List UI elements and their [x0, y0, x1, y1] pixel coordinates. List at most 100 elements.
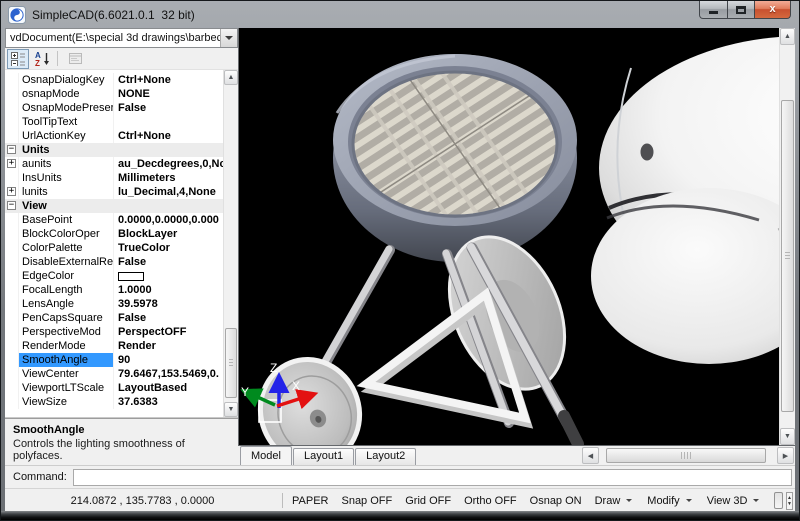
property-value[interactable]: BlockLayer [114, 227, 223, 241]
property-row-osnapMode[interactable]: osnapModeNONE [5, 87, 223, 101]
status-toggle-grid-off[interactable]: Grid OFF [405, 495, 451, 507]
property-value[interactable]: Render [114, 339, 223, 353]
property-value[interactable]: False [114, 101, 223, 115]
property-row-PenCapsSquare[interactable]: PenCapsSquare False [5, 311, 223, 325]
property-row-ViewSize[interactable]: ViewSize37.6383 [5, 395, 223, 409]
property-value-text: NONE [118, 87, 150, 101]
property-row-OsnapModePreserve[interactable]: OsnapModePreserveFalse [5, 101, 223, 115]
tab-layout2[interactable]: Layout2 [355, 448, 416, 465]
property-value-text: False [118, 311, 146, 325]
property-row-RenderMode[interactable]: RenderModeRender [5, 339, 223, 353]
collapse-icon[interactable]: − [7, 145, 16, 154]
property-row-aunits[interactable]: +aunitsau_Decdegrees,0,No [5, 157, 223, 171]
property-value[interactable]: Ctrl+None [114, 73, 223, 87]
app-icon[interactable] [8, 6, 26, 24]
property-value[interactable]: False [114, 311, 223, 325]
property-row-BlockColorOper[interactable]: BlockColorOperBlockLayer [5, 227, 223, 241]
scroll-down-icon[interactable]: ▼ [224, 402, 238, 417]
expand-icon[interactable]: + [7, 187, 16, 196]
property-value[interactable]: Ctrl+None [114, 129, 223, 143]
property-value[interactable]: PerspectOFF [114, 325, 223, 339]
scrollbar-track[interactable] [599, 447, 777, 464]
categorized-button[interactable] [7, 49, 29, 69]
property-name: PerspectiveMod [19, 325, 114, 339]
property-value[interactable]: lu_Decimal,4,None [114, 185, 223, 199]
close-button[interactable]: x [754, 1, 791, 19]
property-value[interactable] [114, 269, 223, 283]
scrollbar-thumb[interactable] [225, 328, 237, 398]
property-value[interactable]: TrueColor [114, 241, 223, 255]
status-toggle-snap-off[interactable]: Snap OFF [341, 495, 392, 507]
scroll-down-icon[interactable]: ▼ [780, 428, 795, 445]
property-value[interactable]: 90 [114, 353, 223, 367]
tab-model[interactable]: Model [240, 446, 292, 465]
property-value[interactable]: 39.5978 [114, 297, 223, 311]
property-row-ViewCenter[interactable]: ViewCenter79.6467,153.5469,0. [5, 367, 223, 381]
scroll-up-icon[interactable]: ▲ [224, 70, 238, 85]
scroll-up-icon[interactable]: ▲ [780, 28, 795, 45]
property-value[interactable]: 1.0000 [114, 283, 223, 297]
property-row-LensAngle[interactable]: LensAngle39.5978 [5, 297, 223, 311]
property-value[interactable]: LayoutBased [114, 381, 223, 395]
property-value[interactable]: 0.0000,0.0000,0.000 [114, 213, 223, 227]
property-row-InsUnits[interactable]: InsUnitsMillimeters [5, 171, 223, 185]
property-value[interactable]: 37.6383 [114, 395, 223, 409]
collapse-icon[interactable]: − [7, 201, 16, 210]
expand-icon[interactable]: + [7, 159, 16, 168]
status-toggle-paper[interactable]: PAPER [292, 495, 328, 507]
property-value[interactable]: Millimeters [114, 171, 223, 185]
property-row-SmoothAngle[interactable]: SmoothAngle90 [5, 353, 223, 367]
spin-down-icon[interactable]: ▼ [787, 501, 792, 507]
property-row-ColorPalette[interactable]: ColorPaletteTrueColor [5, 241, 223, 255]
property-row-Units[interactable]: −Units [5, 143, 223, 157]
viewport-canvas[interactable]: Z X Y [238, 28, 779, 445]
toolbar-separator [57, 51, 58, 66]
property-name: PenCapsSquare [19, 311, 114, 325]
property-row-View[interactable]: −View [5, 199, 223, 213]
title-bar[interactable]: SimpleCAD(6.6021.0.1 32 bit) x [1, 1, 799, 28]
alphabetical-sort-button[interactable]: A Z [31, 49, 53, 69]
property-row-lunits[interactable]: +lunitslu_Decimal,4,None [5, 185, 223, 199]
scrollbar-thumb[interactable] [781, 100, 794, 412]
viewport-horizontal-scrollbar[interactable]: ◀ ▶ [582, 447, 794, 464]
status-toggle-ortho-off[interactable]: Ortho OFF [464, 495, 517, 507]
property-row-OsnapDialogKey[interactable]: OsnapDialogKeyCtrl+None [5, 73, 223, 87]
row-indent [5, 395, 19, 409]
property-row-ToolTipText[interactable]: ToolTipText [5, 115, 223, 129]
property-row-BasePoint[interactable]: BasePoint0.0000,0.0000,0.000 [5, 213, 223, 227]
command-input[interactable] [73, 469, 792, 486]
property-row-UrlActionKey[interactable]: UrlActionKeyCtrl+None [5, 129, 223, 143]
statusbar-spinner[interactable]: ▲▼ [786, 492, 793, 510]
x-axis-label: X [292, 379, 300, 393]
scrollbar-thumb[interactable] [606, 448, 766, 463]
row-indent [5, 241, 19, 255]
scroll-right-icon[interactable]: ▶ [777, 447, 794, 464]
property-value[interactable]: au_Decdegrees,0,No [114, 157, 223, 171]
property-row-ViewportLTScale[interactable]: ViewportLTScaleLayoutBased [5, 381, 223, 395]
property-row-FocalLength[interactable]: FocalLength1.0000 [5, 283, 223, 297]
menu-modify[interactable]: Modify [647, 495, 691, 507]
property-grid-scrollbar[interactable]: ▲ ▼ [223, 70, 238, 417]
property-row-DisableExternalRefer[interactable]: DisableExternalReferFalse [5, 255, 223, 269]
coordinates-readout: 214.0872 , 135.7783 , 0.0000 [5, 495, 280, 507]
minimize-button[interactable] [699, 1, 728, 19]
scrollbar-grip-icon [681, 452, 691, 459]
property-row-PerspectiveMod[interactable]: PerspectiveModPerspectOFF [5, 325, 223, 339]
menu-view-3d[interactable]: View 3D [707, 495, 760, 507]
property-row-EdgeColor[interactable]: EdgeColor [5, 269, 223, 283]
scroll-left-icon[interactable]: ◀ [582, 447, 599, 464]
maximize-button[interactable] [727, 1, 755, 19]
statusbar-input-box[interactable] [774, 492, 783, 509]
property-value[interactable]: NONE [114, 87, 223, 101]
property-value[interactable]: False [114, 255, 223, 269]
document-selector-dropdown-button[interactable] [220, 29, 237, 47]
color-swatch[interactable] [118, 272, 144, 281]
document-selector[interactable]: vdDocument(E:\special 3d drawings\barbec… [5, 28, 238, 48]
property-value-text: lu_Decimal,4,None [118, 185, 216, 199]
viewport-vertical-scrollbar[interactable]: ▲ ▼ [779, 28, 795, 445]
status-toggle-osnap-on[interactable]: Osnap ON [530, 495, 582, 507]
property-value[interactable] [114, 115, 223, 129]
property-value[interactable]: 79.6467,153.5469,0. [114, 367, 223, 381]
menu-draw[interactable]: Draw [595, 495, 633, 507]
tab-layout1[interactable]: Layout1 [293, 448, 354, 465]
